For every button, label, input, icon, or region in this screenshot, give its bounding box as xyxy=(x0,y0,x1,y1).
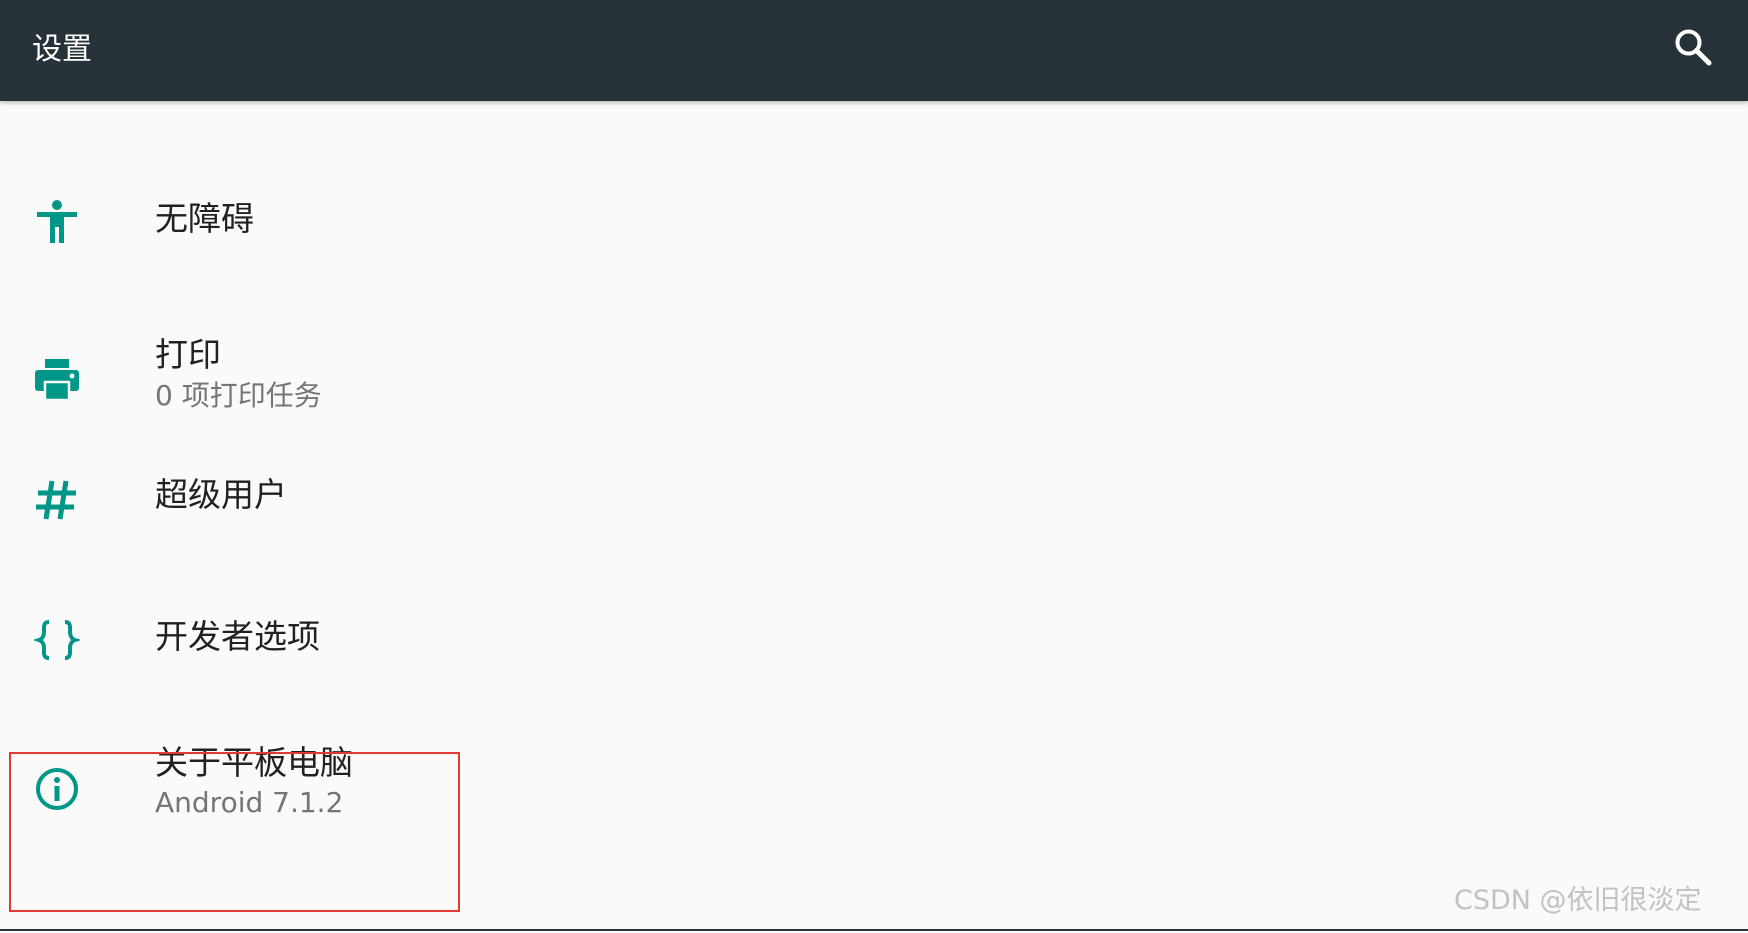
settings-item-superuser[interactable]: 超级用户 xyxy=(0,459,1748,617)
search-icon[interactable] xyxy=(1672,26,1714,68)
accessibility-icon xyxy=(34,199,80,245)
settings-item-label: 超级用户 xyxy=(155,475,287,514)
watermark: CSDN @依旧很淡定 xyxy=(1454,885,1702,916)
settings-item-label: 关于平板电脑 xyxy=(155,743,353,782)
settings-item-accessibility[interactable]: 无障碍 xyxy=(0,143,1748,301)
settings-item-label: 打印 xyxy=(155,335,221,374)
settings-item-label: 开发者选项 xyxy=(155,617,320,656)
print-icon xyxy=(34,357,80,403)
braces-icon xyxy=(32,617,82,663)
bottom-border xyxy=(0,929,1748,931)
app-bar: 设置 xyxy=(0,0,1748,101)
page-title: 设置 xyxy=(32,32,92,67)
settings-item-label: 无障碍 xyxy=(155,199,254,238)
hash-icon xyxy=(34,477,80,523)
settings-item-print[interactable]: 打印 0 项打印任务 xyxy=(0,301,1748,459)
settings-item-summary: Android 7.1.2 xyxy=(155,786,344,819)
info-icon xyxy=(34,766,80,812)
settings-item-summary: 0 项打印任务 xyxy=(155,379,322,412)
settings-list: 无障碍 打印 0 项打印任务 超级用户 开发者选项 关于平板电脑 Android… xyxy=(0,101,1748,929)
